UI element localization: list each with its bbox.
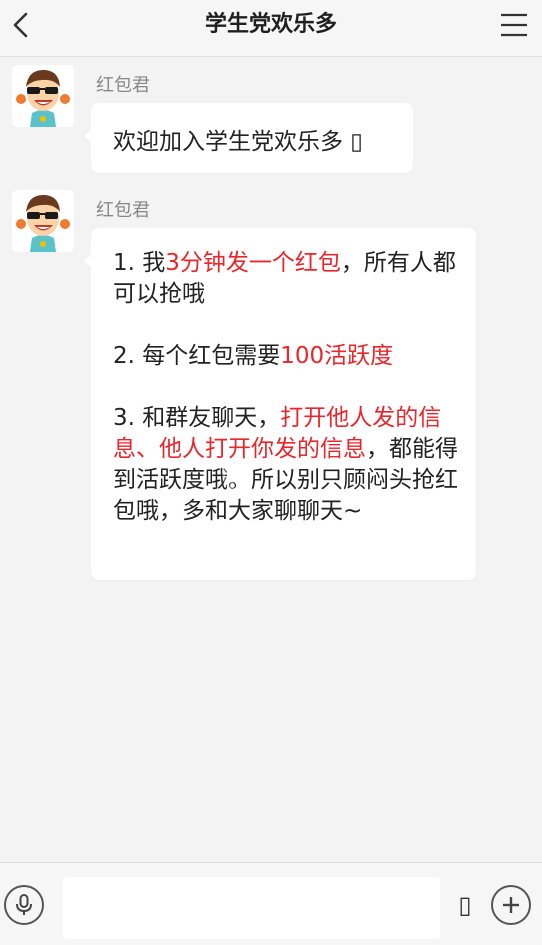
- more-button[interactable]: [491, 885, 531, 925]
- rule-text: 3. 和群友聊天，: [113, 405, 281, 431]
- rule-item-2: 2. 每个红包需要100活跃度: [113, 341, 465, 372]
- avatar[interactable]: [12, 190, 74, 252]
- page-title: 学生党欢乐多: [204, 12, 337, 37]
- rule-text: 1. 我: [113, 250, 166, 276]
- sender-name: 红包君: [96, 75, 150, 96]
- rule-item-1: 1. 我3分钟发一个红包，所有人都可以抢哦: [113, 248, 465, 310]
- cartoon-boy-sunglasses-avatar-icon: [12, 65, 74, 127]
- bubble-tail: [84, 254, 92, 268]
- message-bubble[interactable]: 1. 我3分钟发一个红包，所有人都可以抢哦 2. 每个红包需要100活跃度 3.…: [84, 228, 476, 580]
- rule-highlight: 100活跃度: [280, 343, 394, 369]
- cartoon-boy-sunglasses-avatar-icon: [12, 190, 74, 252]
- input-bar: ▯: [0, 862, 542, 945]
- rule-text: 2. 每个红包需要: [113, 343, 281, 369]
- plus-circle-icon: [503, 897, 519, 913]
- top-bar: 学生党欢乐多: [0, 0, 542, 57]
- rule-highlight: 3分钟发一个红包: [165, 250, 341, 276]
- message-text: 欢迎加入学生党欢乐多 ▯: [113, 129, 363, 155]
- microphone-icon: [16, 894, 32, 915]
- bubble-tail: [84, 129, 92, 143]
- message-input[interactable]: [63, 877, 440, 939]
- hamburger-menu-icon: [501, 13, 527, 37]
- emoji-button[interactable]: ▯: [454, 891, 476, 919]
- emoji-placeholder-icon: ▯: [458, 891, 472, 919]
- avatar[interactable]: [12, 65, 74, 127]
- sender-name: 红包君: [96, 200, 150, 221]
- menu-button[interactable]: [498, 8, 530, 42]
- watermark-logo: [218, 456, 348, 496]
- voice-button[interactable]: [4, 885, 44, 925]
- message-bubble[interactable]: 欢迎加入学生党欢乐多 ▯: [84, 103, 413, 173]
- watermark-logo-icon: [222, 460, 254, 492]
